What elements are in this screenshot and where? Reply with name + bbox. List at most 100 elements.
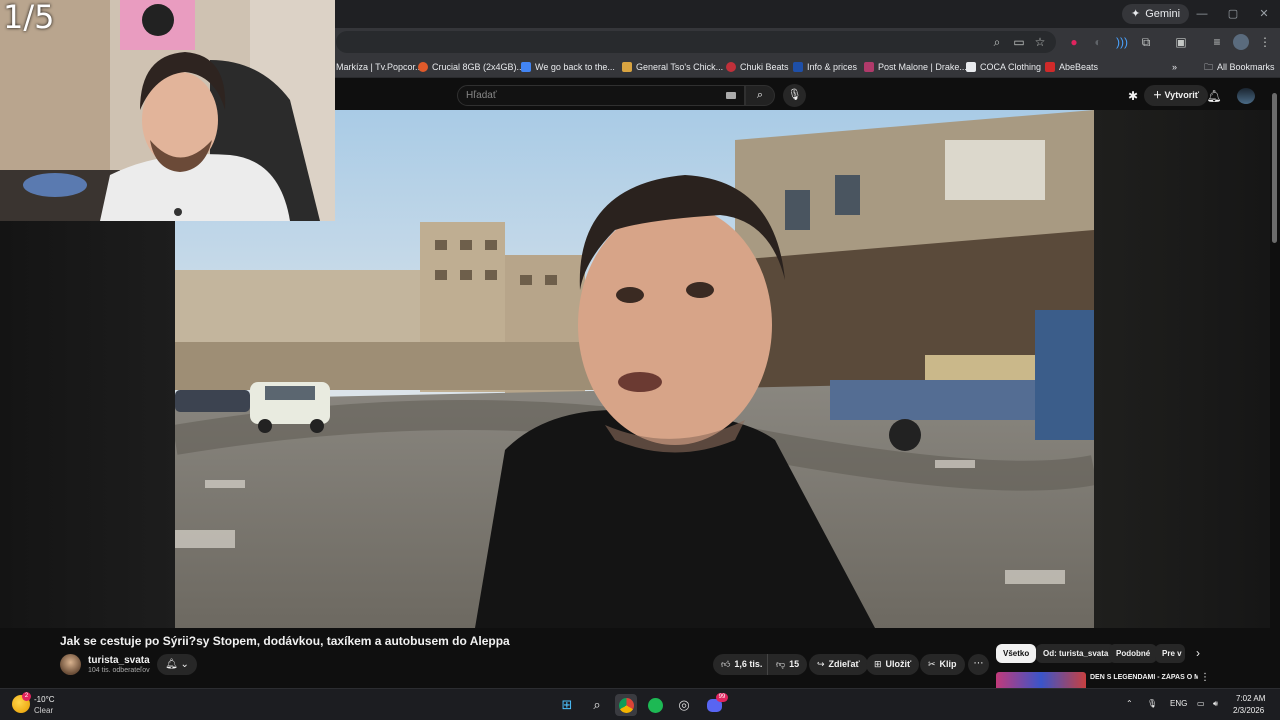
spotify-logo xyxy=(647,698,663,713)
keyboard-icon[interactable] xyxy=(726,92,736,99)
windows-taskbar: 2 -10°C Clear ⊞ ⌕ ◎ 99 ⌃ 🎙︎ ENG ▭ 🔊︎ 7:0… xyxy=(0,688,1280,720)
voice-search-button[interactable]: 🎙 xyxy=(783,84,806,107)
bookmark-star-icon[interactable]: ☆ xyxy=(1032,34,1048,50)
account-avatar[interactable] xyxy=(1237,88,1255,104)
microphone-icon: 🎙 xyxy=(787,89,802,101)
weather-badge: 2 xyxy=(22,692,31,701)
bookmark-item[interactable]: AbeBeats xyxy=(1045,56,1098,78)
channel-name[interactable]: turista_svata xyxy=(88,655,150,666)
favicon-icon xyxy=(726,62,736,72)
bell-icon: 🔔︎ ⌄ xyxy=(165,659,189,670)
clock-date[interactable]: 2/3/2026 xyxy=(1233,706,1264,715)
sparkle-icon: ✦ xyxy=(1131,8,1141,20)
media-controls-icon[interactable]: ≡ xyxy=(1209,34,1225,50)
extension-icon[interactable]: ◐ xyxy=(1090,34,1106,50)
share-button[interactable]: ↪ Zdieľať xyxy=(809,654,868,675)
favicon-icon xyxy=(418,62,428,72)
menu-kebab-icon[interactable]: ⋮ xyxy=(1257,34,1273,50)
search-icon: ⌕ xyxy=(756,89,764,101)
bookmark-item[interactable]: Markíza | Tv.Popcor... xyxy=(336,56,423,78)
thumbs-up-icon: 👍︎ xyxy=(721,659,731,669)
search-button[interactable]: ⌕ xyxy=(745,85,775,106)
profile-avatar[interactable] xyxy=(1233,34,1249,50)
recommendation-menu-icon[interactable]: ⋮ xyxy=(1200,672,1210,683)
clip-button[interactable]: ✂ Klip xyxy=(920,654,965,675)
favicon-icon xyxy=(1045,62,1055,72)
chip-from-channel[interactable]: Od: turista_svata xyxy=(1036,644,1116,663)
chevron-right-icon[interactable]: › xyxy=(1190,644,1206,663)
gemini-label: Gemini xyxy=(1145,8,1181,20)
favicon-icon xyxy=(521,62,531,72)
cast-icon[interactable]: ▭ xyxy=(1011,34,1027,50)
chip-all[interactable]: Všetko xyxy=(996,644,1037,663)
favicon-icon xyxy=(622,62,632,72)
channel-avatar[interactable] xyxy=(60,654,81,675)
weather-temperature[interactable]: -10°C xyxy=(34,695,55,704)
extensions-puzzle-icon[interactable]: ⧉ xyxy=(1138,34,1154,50)
recommendation-thumbnail[interactable] xyxy=(996,672,1086,688)
page-scrollbar[interactable] xyxy=(1270,81,1280,688)
tray-overflow-chevron-icon[interactable]: ⌃ xyxy=(1126,699,1133,708)
favicon-icon xyxy=(966,62,976,72)
side-panel-icon[interactable]: ▣ xyxy=(1173,34,1189,50)
clock-time[interactable]: 7:02 AM xyxy=(1236,694,1265,703)
close-window-button[interactable]: ✕ xyxy=(1249,4,1279,24)
weather-condition[interactable]: Clear xyxy=(34,706,53,715)
like-button[interactable]: 👍︎ 1,6 tis. xyxy=(713,654,771,675)
microphone-icon[interactable]: 🎙︎ xyxy=(1147,699,1157,708)
dislike-button[interactable]: 👎︎ 15 xyxy=(767,654,808,675)
video-blur-right xyxy=(1094,110,1270,628)
search-input[interactable]: Hľadať xyxy=(457,85,745,106)
chip-for-you[interactable]: Pre v xyxy=(1155,644,1185,663)
episode-counter: 1/5 xyxy=(3,0,55,36)
save-button[interactable]: ⊞ Uložiť xyxy=(866,654,920,675)
minimize-button[interactable]: — xyxy=(1187,4,1217,24)
all-bookmarks-folder[interactable]: 🗀 All Bookmarks xyxy=(1204,56,1275,78)
bookmark-item[interactable]: Info & prices xyxy=(793,56,857,78)
spotify-icon[interactable] xyxy=(644,694,666,716)
obs-icon[interactable]: ◎ xyxy=(673,694,695,716)
chrome-logo xyxy=(618,698,634,713)
bookmark-item[interactable]: COCA Clothing xyxy=(966,56,1041,78)
puzzle-icon[interactable]: ✱ xyxy=(1125,88,1141,104)
bookmarks-overflow-chevron-icon[interactable]: » xyxy=(1172,56,1177,78)
create-button[interactable]: ＋ Vytvoriť xyxy=(1144,85,1209,106)
bookmark-item[interactable]: Post Malone | Drake... xyxy=(864,56,967,78)
bookmark-item[interactable]: We go back to the... xyxy=(521,56,615,78)
bookmark-item[interactable]: Crucial 8GB (2x4GB)... xyxy=(418,56,524,78)
save-playlist-icon: ⊞ xyxy=(874,659,882,669)
gemini-button[interactable]: ✦ Gemini xyxy=(1122,4,1190,24)
bookmark-item[interactable]: Chuki Beats xyxy=(726,56,789,78)
more-actions-button[interactable]: ⋯ xyxy=(968,654,989,675)
start-windows-icon[interactable]: ⊞ xyxy=(556,694,578,716)
discord-badge: 99 xyxy=(716,693,728,702)
video-title: Jak se cestuje po Sýrii?sy Stopem, dodáv… xyxy=(60,634,510,648)
chip-related[interactable]: Podobné xyxy=(1109,644,1158,663)
extension-audio-icon[interactable]: ))) xyxy=(1114,34,1130,50)
notifications-bell-icon[interactable]: 🔔︎ xyxy=(1206,88,1222,104)
share-icon: ↪ xyxy=(817,659,825,669)
scrollbar-thumb[interactable] xyxy=(1272,93,1277,243)
zoom-icon[interactable]: ⌕ xyxy=(989,34,1005,50)
volume-icon[interactable]: 🔊︎ xyxy=(1213,699,1218,709)
chrome-icon[interactable] xyxy=(615,694,637,716)
recommendation-title[interactable]: DEN S LEGENDAMI - ZÁPAS O MILION KORUN -… xyxy=(1090,673,1198,682)
screen: ✦ Gemini — ▢ ✕ ⌕ ▭ ☆ ● ◐ ))) ⧉ ▣ ≡ ⋮ Mar… xyxy=(0,0,1280,720)
extension-lastpass-icon[interactable]: ● xyxy=(1066,34,1082,50)
network-icon[interactable]: ▭ xyxy=(1197,699,1205,708)
plus-icon: ＋ xyxy=(1153,90,1165,100)
subscriber-count: 104 tis. odberateľov xyxy=(88,667,150,674)
subscription-bell-button[interactable]: 🔔︎ ⌄ xyxy=(157,654,197,675)
thumbs-down-icon: 👎︎ xyxy=(776,659,786,669)
favicon-icon xyxy=(793,62,803,72)
webcam-overlay: 1/5 xyxy=(0,0,335,221)
language-indicator[interactable]: ENG xyxy=(1170,699,1187,708)
scissors-icon: ✂ xyxy=(928,659,936,669)
maximize-button[interactable]: ▢ xyxy=(1218,4,1248,24)
favicon-icon xyxy=(864,62,874,72)
more-horizontal-icon: ⋯ xyxy=(973,658,984,669)
search-icon[interactable]: ⌕ xyxy=(586,694,608,716)
folder-icon: 🗀 xyxy=(1204,62,1214,72)
bookmark-item[interactable]: General Tso's Chick... xyxy=(622,56,723,78)
address-bar[interactable] xyxy=(336,31,1056,53)
